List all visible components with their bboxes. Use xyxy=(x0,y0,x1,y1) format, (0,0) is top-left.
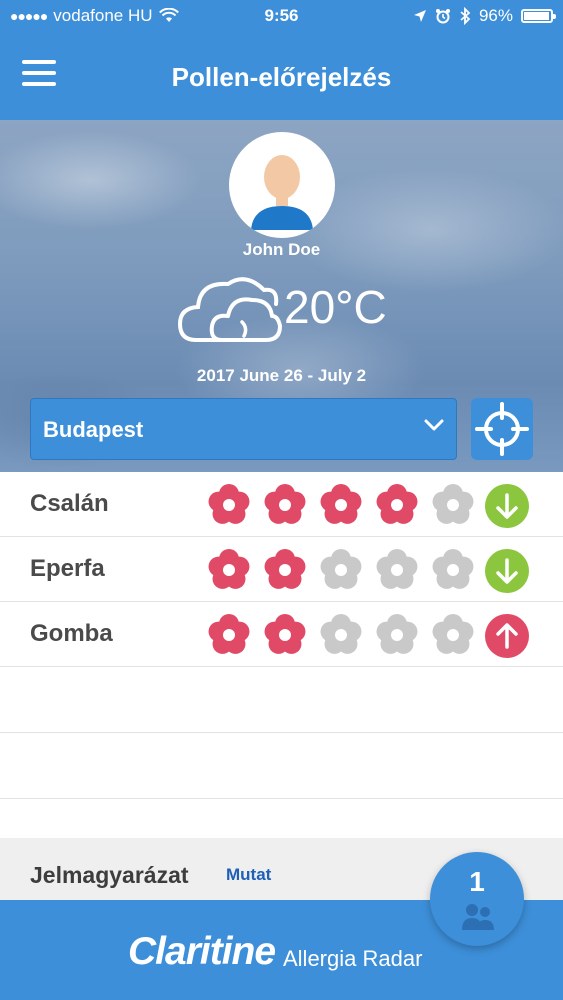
bluetooth-icon xyxy=(460,7,471,25)
status-bar: ●●●●● vodafone HU 9:56 96% xyxy=(0,0,563,36)
temperature: 20°C xyxy=(284,281,387,333)
pollen-name: Gomba xyxy=(30,620,113,647)
flower-active-icon xyxy=(206,547,252,593)
flower-active-icon xyxy=(262,612,308,658)
pollen-row[interactable]: Gomba xyxy=(0,602,563,667)
crosshair-icon xyxy=(475,402,529,456)
empty-row xyxy=(0,667,563,733)
battery-percentage: 96% xyxy=(478,6,513,25)
family-count: 1 xyxy=(469,866,485,897)
legend-show-link[interactable]: Mutat xyxy=(226,865,271,885)
brand-logo: Claritine xyxy=(128,930,276,973)
family-members-button[interactable]: 1 xyxy=(430,852,524,946)
trend-down-arrow-icon xyxy=(485,549,529,593)
flower-active-icon xyxy=(206,612,252,658)
flower-active-icon xyxy=(206,482,252,528)
flower-inactive-icon xyxy=(374,547,420,593)
product-name: Allergia Radar xyxy=(283,946,423,971)
trend-down-arrow-icon xyxy=(485,484,529,528)
flower-active-icon xyxy=(318,482,364,528)
flower-inactive-icon xyxy=(318,612,364,658)
empty-row xyxy=(0,733,563,799)
locate-button[interactable] xyxy=(471,398,533,460)
selected-city: Budapest xyxy=(43,417,144,442)
flower-active-icon xyxy=(374,482,420,528)
flower-inactive-icon xyxy=(430,547,476,593)
people-icon xyxy=(462,904,494,930)
pollen-level-rating xyxy=(206,482,476,528)
flower-inactive-icon xyxy=(374,612,420,658)
pollen-name: Eperfa xyxy=(30,555,105,582)
pollen-level-rating xyxy=(206,547,476,593)
flower-active-icon xyxy=(262,547,308,593)
pollen-row[interactable]: Eperfa xyxy=(0,537,563,602)
weather-hero: John Doe 20°C 2017 June 26 - July 2 Buda… xyxy=(0,120,563,472)
date-range: 2017 June 26 - July 2 xyxy=(196,366,367,385)
pollen-list: Csalán Eperfa Gomba xyxy=(0,472,563,799)
pollen-row[interactable]: Csalán xyxy=(0,472,563,537)
pollen-level-rating xyxy=(206,612,476,658)
chevron-down-icon xyxy=(424,419,444,431)
flower-inactive-icon xyxy=(430,482,476,528)
flower-inactive-icon xyxy=(430,612,476,658)
nav-bar: Pollen-előrejelzés xyxy=(0,36,563,120)
battery-icon xyxy=(521,9,556,23)
user-avatar-icon[interactable] xyxy=(229,132,335,238)
legend-title: Jelmagyarázat xyxy=(30,862,189,888)
flower-active-icon xyxy=(262,482,308,528)
trend-up-arrow-icon xyxy=(485,614,529,658)
flower-inactive-icon xyxy=(318,547,364,593)
location-arrow-icon xyxy=(413,10,426,22)
page-title: Pollen-előrejelzés xyxy=(171,62,392,92)
pollen-name: Csalán xyxy=(30,490,109,517)
status-right: 96% xyxy=(413,6,556,26)
city-select[interactable]: Budapest xyxy=(30,398,457,460)
user-name: John Doe xyxy=(242,240,321,259)
alarm-clock-icon xyxy=(435,9,450,24)
